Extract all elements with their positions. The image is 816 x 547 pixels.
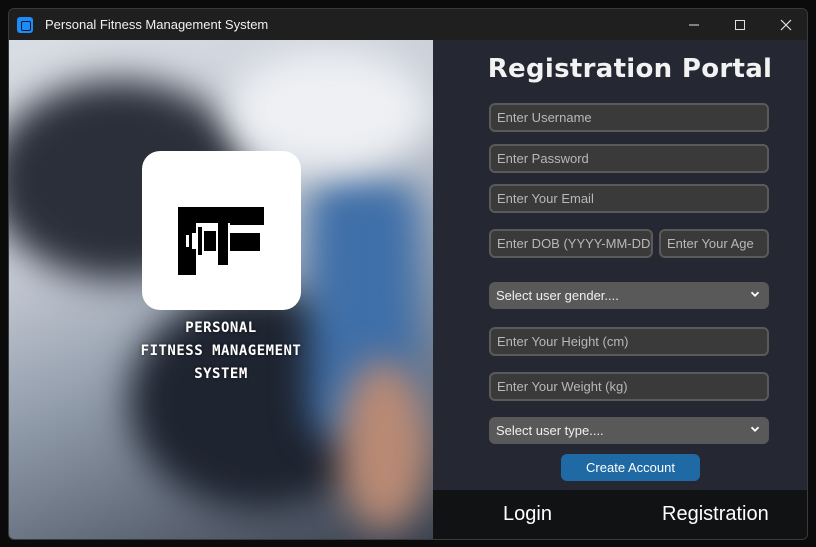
- hero-image-panel: PERSONAL FITNESS MANAGEMENT SYSTEM: [9, 40, 433, 539]
- chevron-down-icon: [750, 291, 760, 297]
- age-input[interactable]: [659, 229, 769, 258]
- minimize-icon: [689, 24, 699, 25]
- brand-line-1: PERSONAL: [185, 320, 257, 336]
- login-nav-button[interactable]: Login: [503, 503, 552, 526]
- bottom-nav: Login Registration: [433, 490, 807, 539]
- dob-input[interactable]: [489, 229, 653, 258]
- maximize-button[interactable]: [717, 9, 763, 40]
- registration-nav-button[interactable]: Registration: [662, 503, 769, 526]
- form-title: Registration Portal: [487, 54, 773, 84]
- brand-name: PERSONAL FITNESS MANAGEMENT SYSTEM: [121, 317, 321, 386]
- background-blur-hand: [339, 360, 429, 530]
- maximize-icon: [735, 19, 745, 30]
- height-input[interactable]: [489, 327, 769, 356]
- app-logo: [142, 151, 301, 310]
- weight-input[interactable]: [489, 372, 769, 401]
- close-button[interactable]: [763, 9, 807, 40]
- password-input[interactable]: [489, 144, 769, 173]
- user-type-select-value: Select user type....: [496, 423, 604, 438]
- brand-line-3: SYSTEM: [194, 366, 248, 382]
- window-title: Personal Fitness Management System: [45, 17, 269, 32]
- username-input[interactable]: [489, 103, 769, 132]
- gender-select-value: Select user gender....: [496, 288, 619, 303]
- title-bar[interactable]: Personal Fitness Management System: [9, 9, 807, 40]
- registration-form: Registration Portal Select user gender..…: [433, 40, 807, 490]
- create-account-button[interactable]: Create Account: [561, 454, 700, 481]
- brand-line-2: FITNESS MANAGEMENT: [140, 343, 302, 359]
- email-input[interactable]: [489, 184, 769, 213]
- close-icon: [780, 19, 792, 30]
- user-type-select[interactable]: Select user type....: [489, 417, 769, 444]
- minimize-button[interactable]: [671, 9, 717, 40]
- app-window: Personal Fitness Management System PERSO…: [8, 8, 808, 540]
- dumbbell-f-logo-icon: [177, 206, 264, 275]
- gender-select[interactable]: Select user gender....: [489, 282, 769, 309]
- app-icon: [17, 16, 33, 33]
- window-controls: [671, 9, 807, 40]
- chevron-down-icon: [750, 426, 760, 432]
